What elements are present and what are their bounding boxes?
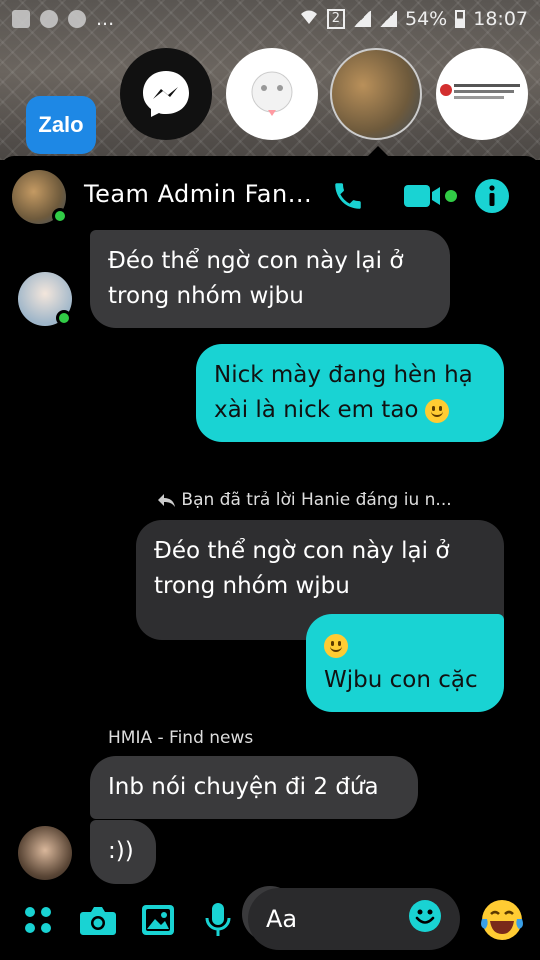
camera-icon: [80, 907, 116, 935]
message-bubble-incoming-3[interactable]: :)): [90, 820, 156, 884]
message-input[interactable]: Aa: [248, 888, 460, 950]
conversation-title[interactable]: Team Admin Fan...: [84, 180, 312, 208]
voice-call-button[interactable]: [328, 176, 368, 216]
messenger-chat-head[interactable]: [120, 48, 212, 140]
voice-message-button[interactable]: [198, 900, 238, 940]
camera-button[interactable]: [78, 900, 118, 940]
signal-icon-2: [379, 11, 397, 27]
message-bubble-outgoing[interactable]: Nick mày đang hèn hạ xài là nick em tao: [196, 344, 504, 442]
chat-head-sticker-avatar[interactable]: [226, 48, 318, 140]
message-composer: Aa: [0, 880, 540, 960]
reply-context-label: Bạn đã trả lời Hanie đáng iu n...: [156, 490, 452, 510]
smile-emoji-icon-2: [324, 633, 348, 658]
smile-emoji-icon: [424, 398, 449, 423]
messenger-icon: [143, 71, 189, 117]
gallery-button[interactable]: [138, 900, 178, 940]
video-call-button[interactable]: [400, 176, 460, 216]
grid-dots-icon: [25, 907, 51, 933]
message-bubble-incoming-2[interactable]: Inb nói chuyện đi 2 đứa: [90, 756, 418, 819]
chat-header: Team Admin Fan...: [0, 156, 540, 236]
image-icon: [142, 905, 174, 935]
phone-icon: [335, 183, 361, 209]
tears-of-joy-emoji-icon: [481, 900, 523, 940]
status-bar: ... 2 54% 18:07: [0, 0, 540, 38]
clock: 18:07: [473, 8, 528, 30]
chat-head-cats-avatar[interactable]: [330, 48, 422, 140]
battery-icon: [455, 10, 466, 28]
more-actions-button[interactable]: [18, 900, 58, 940]
chat-head-news-avatar[interactable]: [436, 48, 528, 140]
smiley-icon: [409, 900, 441, 932]
sender-avatar-2[interactable]: [18, 826, 72, 880]
signal-icon: [353, 11, 371, 27]
online-indicator: [52, 208, 68, 224]
more-notifications-indicator: ...: [96, 8, 115, 30]
sim-slot-badge: 2: [326, 9, 345, 29]
info-icon: [475, 179, 509, 213]
message-list[interactable]: Đéo thể ngờ con này lại ở trong nhóm wjb…: [0, 230, 540, 942]
sender-online-indicator: [56, 310, 72, 326]
message-input-placeholder: Aa: [266, 905, 298, 933]
message-bubble-outgoing-reply[interactable]: Wjbu con cặc: [306, 614, 504, 712]
conversation-info-button[interactable]: [472, 176, 512, 216]
news-thumbnail-icon: [440, 84, 520, 99]
messenger-notification-icon: [40, 10, 58, 28]
sticker-icon: [251, 71, 293, 116]
chat-window: Team Admin Fan... Đéo thể ngờ con này lạ…: [0, 156, 540, 960]
reply-arrow-icon: [158, 494, 175, 507]
sender-name-label: HMIA - Find news: [108, 728, 254, 748]
message-bubble-incoming[interactable]: Đéo thể ngờ con này lại ở trong nhóm wjb…: [90, 230, 450, 328]
wifi-icon: [299, 8, 319, 31]
video-camera-icon: [404, 185, 457, 207]
media-notification-icon: [68, 10, 86, 28]
battery-percent: 54%: [405, 8, 448, 30]
gallery-notification-icon: [12, 10, 30, 28]
quick-reaction-button[interactable]: [478, 896, 526, 944]
zalo-app-icon[interactable]: Zalo: [26, 96, 96, 154]
emoji-button[interactable]: [408, 899, 442, 939]
microphone-icon: [205, 903, 231, 936]
